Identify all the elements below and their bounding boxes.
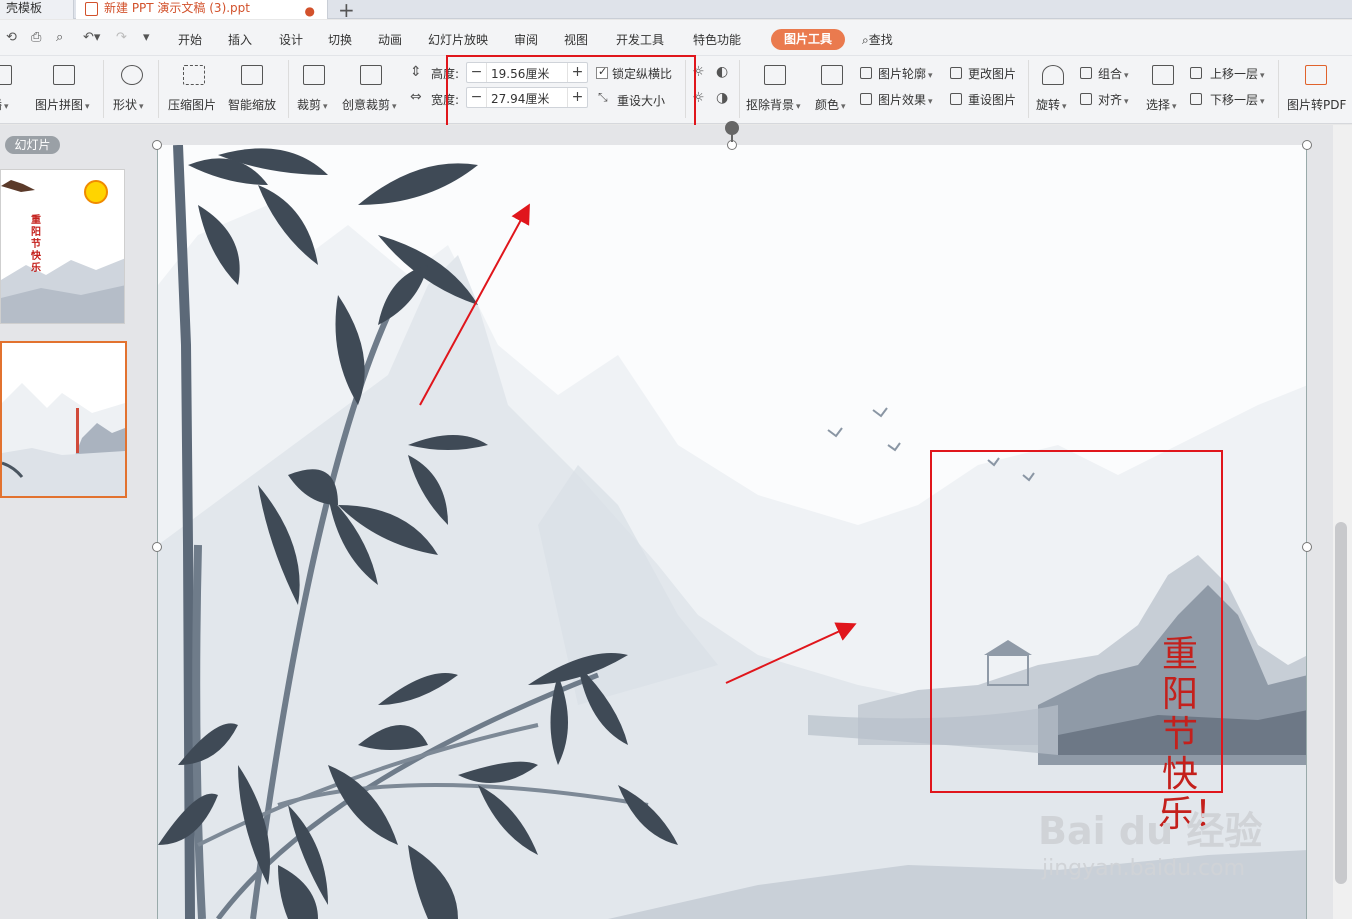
watermark-logo: Bai du 经验 <box>1038 809 1263 853</box>
annotation-arrow-right <box>725 622 857 684</box>
annotation-box-text <box>930 450 1223 793</box>
baidu-watermark: Bai du 经验 jingyan.baidu.com <box>1038 800 1288 890</box>
watermark-url: jingyan.baidu.com <box>1042 856 1246 881</box>
scrollbar-thumb[interactable] <box>1335 522 1347 884</box>
annotation-arrow-up <box>419 203 530 406</box>
